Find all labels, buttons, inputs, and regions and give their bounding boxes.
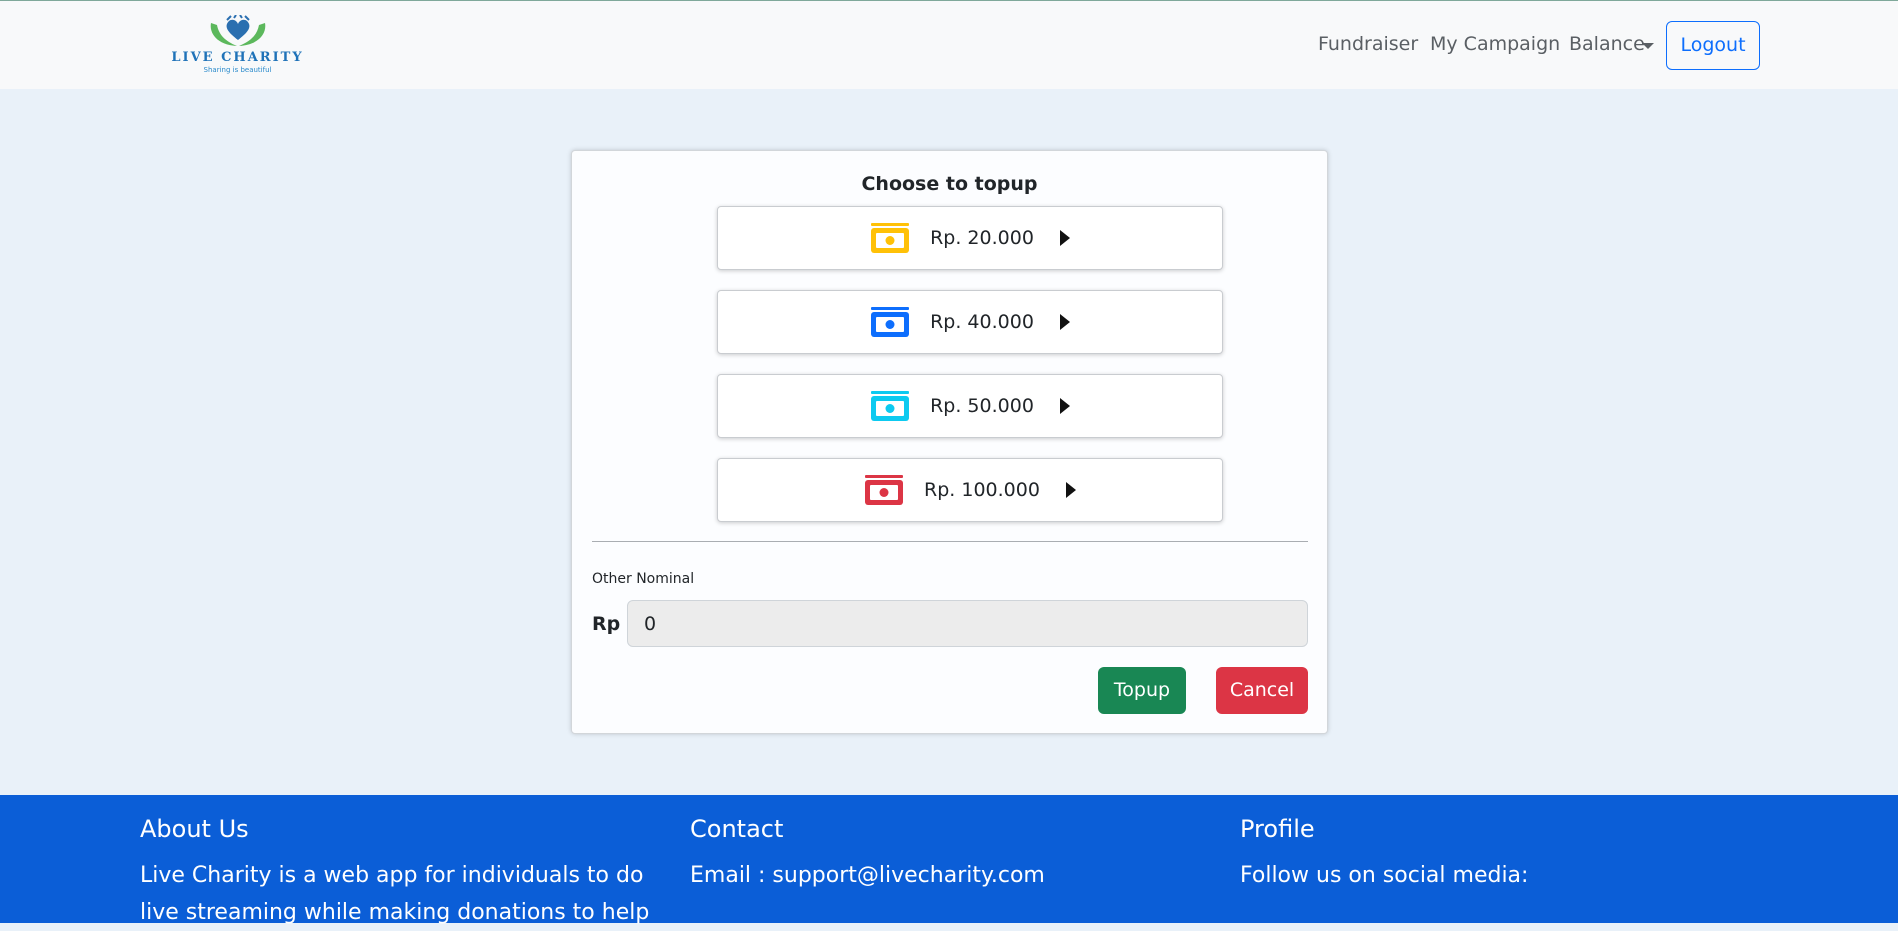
contact-email[interactable]: Email : support@livecharity.com — [690, 857, 1210, 894]
topup-option-40000[interactable]: Rp. 40.000 — [717, 290, 1223, 354]
navbar: LIVE CHARITY Sharing is beautiful Fundra… — [0, 0, 1898, 89]
play-icon — [1059, 398, 1070, 414]
brand-logo[interactable]: LIVE CHARITY Sharing is beautiful — [165, 15, 310, 77]
caret-down-icon[interactable] — [1642, 43, 1654, 49]
nav-balance-dropdown[interactable]: Balance — [1569, 33, 1645, 55]
nav-my-campaign-link[interactable]: My Campaign — [1430, 33, 1560, 55]
money-icon — [871, 307, 910, 337]
currency-prefix: Rp — [592, 613, 621, 635]
brand-name: LIVE CHARITY — [171, 50, 304, 65]
hands-heart-icon — [210, 15, 266, 46]
money-icon — [865, 475, 904, 505]
nominal-input[interactable] — [627, 600, 1308, 647]
topup-option-100000[interactable]: Rp. 100.000 — [717, 458, 1223, 522]
topup-button[interactable]: Topup — [1098, 667, 1186, 714]
play-icon — [1059, 314, 1070, 330]
money-icon — [871, 223, 910, 253]
topup-option-label: Rp. 20.000 — [930, 227, 1034, 249]
topup-option-label: Rp. 100.000 — [924, 479, 1040, 501]
footer: About Us Live Charity is a web app for i… — [0, 795, 1898, 925]
play-icon — [1059, 230, 1070, 246]
contact-heading: Contact — [690, 815, 784, 843]
topup-option-50000[interactable]: Rp. 50.000 — [717, 374, 1223, 438]
topup-option-label: Rp. 50.000 — [930, 395, 1034, 417]
divider — [592, 541, 1308, 542]
play-icon — [1065, 482, 1076, 498]
cancel-button[interactable]: Cancel — [1216, 667, 1308, 714]
brand-tagline: Sharing is beautiful — [203, 66, 272, 74]
topup-option-20000[interactable]: Rp. 20.000 — [717, 206, 1223, 270]
profile-heading: Profile — [1240, 815, 1315, 843]
profile-text: Follow us on social media: — [1240, 863, 1529, 888]
about-text: Live Charity is a web app for individual… — [140, 863, 650, 925]
money-icon — [871, 391, 910, 421]
nav-fundraiser-link[interactable]: Fundraiser — [1318, 33, 1418, 55]
about-heading: About Us — [140, 815, 249, 843]
topup-option-label: Rp. 40.000 — [930, 311, 1034, 333]
logout-button[interactable]: Logout — [1666, 21, 1760, 70]
other-nominal-label: Other Nominal — [592, 571, 695, 587]
topup-card: Choose to topup Rp. 20.000 Rp. 40.000 Rp… — [571, 150, 1328, 734]
topup-title: Choose to topup — [861, 173, 1038, 195]
